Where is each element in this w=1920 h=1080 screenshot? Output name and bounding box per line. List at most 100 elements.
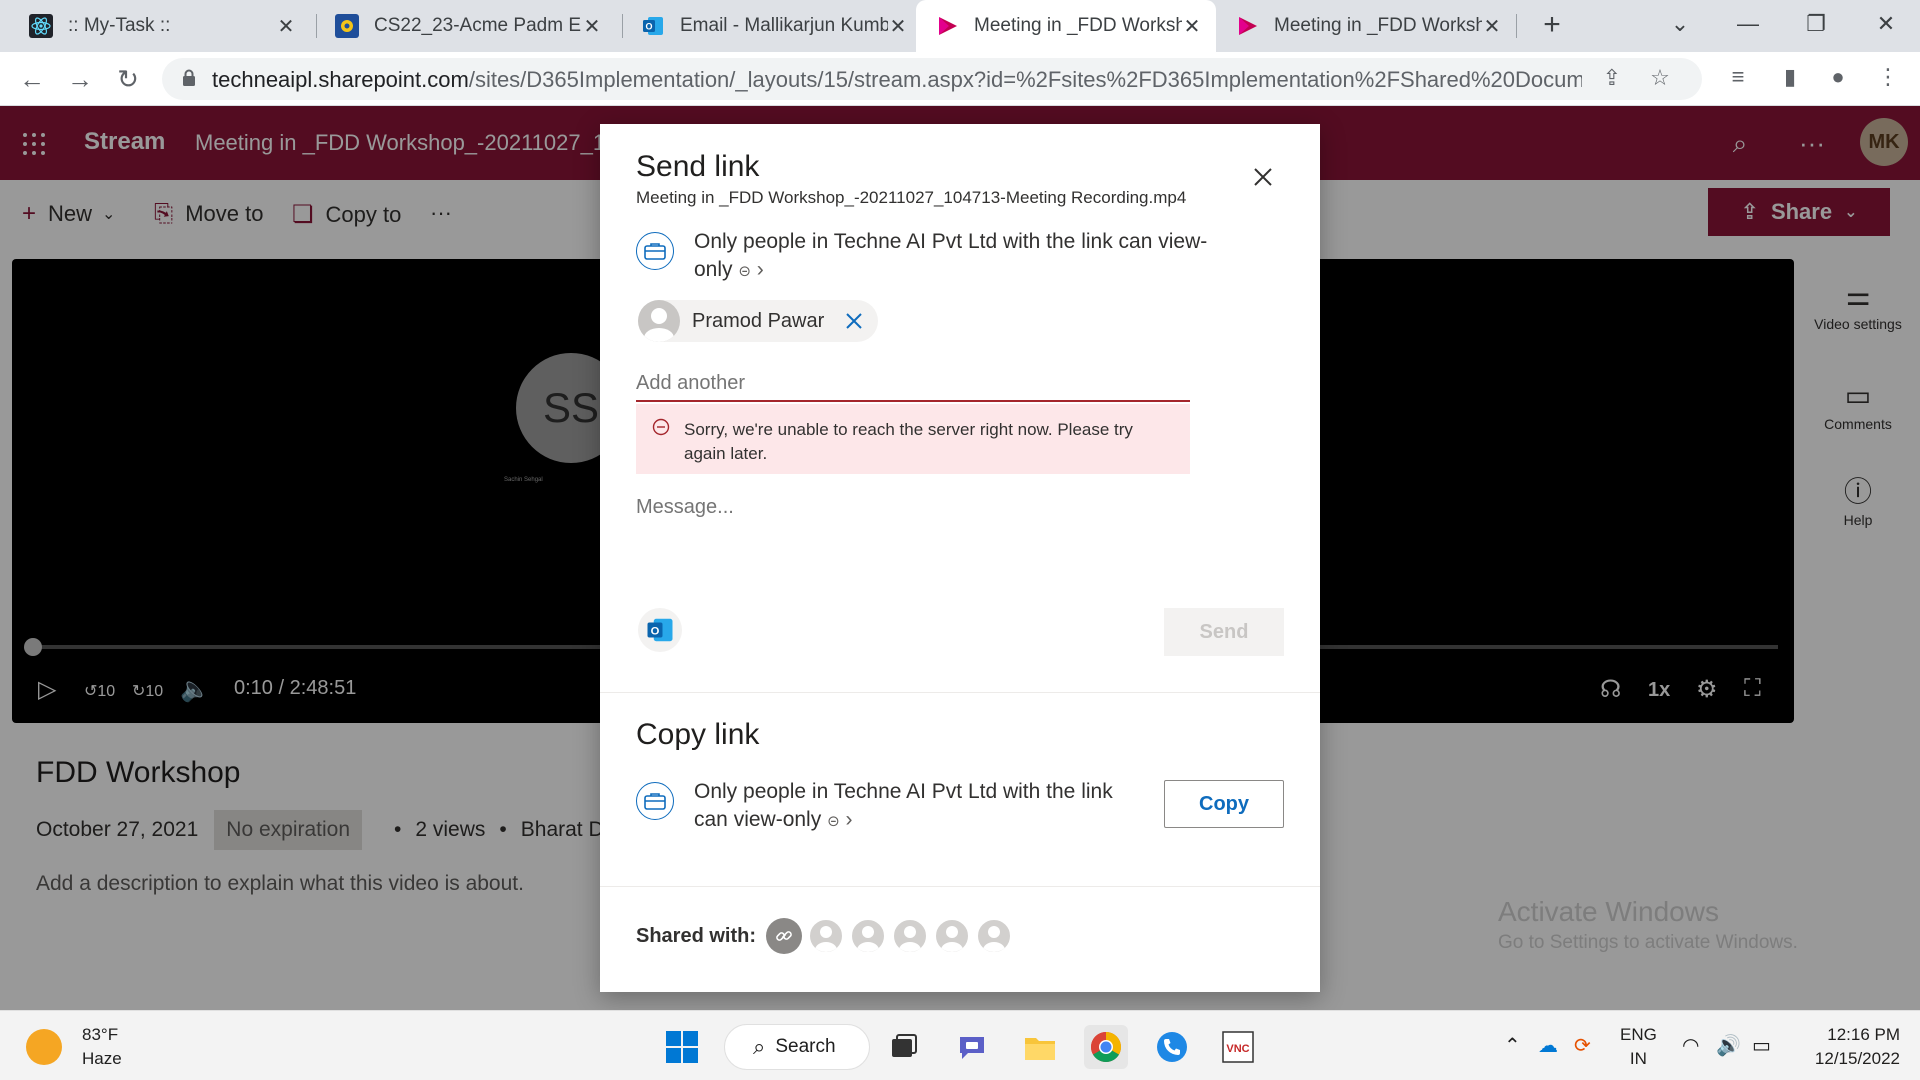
browser-tab-meeting[interactable]: Meeting in _FDD Worksho ✕ — [1216, 0, 1516, 52]
shared-person-avatar[interactable] — [850, 918, 887, 954]
stream-icon — [1234, 13, 1260, 39]
tab-title: Email - Mallikarjun Kumbl — [680, 15, 888, 36]
taskbar-search[interactable]: ⌕ Search — [724, 1024, 870, 1070]
battery-icon[interactable]: ▭ — [1752, 1033, 1771, 1058]
show-hidden-icons-chevron-icon[interactable]: ⌃ — [1504, 1033, 1521, 1058]
new-tab-plus-icon[interactable]: + — [1534, 8, 1570, 44]
shared-person-avatar[interactable] — [934, 918, 971, 954]
copy-permission-text: Only people in Techne AI Pvt Ltd with th… — [694, 780, 1113, 831]
view-only-icon: ⊝ — [827, 813, 840, 830]
error-circle-icon — [652, 418, 670, 436]
tab-close-icon[interactable]: ✕ — [276, 14, 296, 39]
outlook-icon: O — [647, 618, 673, 642]
back-arrow-icon[interactable]: ← — [14, 62, 50, 98]
browser-menu-icon[interactable]: ⋮ — [1872, 64, 1904, 96]
language-indicator[interactable]: ENG IN — [1620, 1023, 1657, 1071]
browser-tab-email[interactable]: O Email - Mallikarjun Kumbl ✕ — [622, 0, 922, 52]
section-divider — [600, 692, 1320, 693]
address-bar[interactable]: techneaipl.sharepoint.com/sites/D365Impl… — [162, 58, 1702, 100]
send-permission-setting[interactable]: Only people in Techne AI Pvt Ltd with th… — [636, 228, 1236, 286]
error-message: Sorry, we're unable to reach the server … — [636, 404, 1190, 474]
outlook-button[interactable]: O — [638, 608, 682, 652]
recipient-name: Pramod Pawar — [692, 309, 825, 332]
teams-chat-button[interactable] — [950, 1025, 994, 1069]
tab-title: :: My-Task :: — [68, 15, 171, 36]
windows-logo-icon — [666, 1031, 698, 1063]
tab-close-icon[interactable]: ✕ — [888, 14, 908, 39]
browser-tab-meeting-active[interactable]: Meeting in _FDD Worksho ✕ — [916, 0, 1216, 52]
tab-close-icon[interactable]: ✕ — [1182, 14, 1202, 39]
chrome-icon — [1090, 1032, 1122, 1063]
taskbar-search-label: Search — [775, 1036, 836, 1057]
send-link-dialog: Send link Meeting in _FDD Workshop_-2021… — [600, 124, 1320, 992]
temperature: 83°F — [82, 1025, 119, 1044]
copy-button[interactable]: Copy — [1164, 780, 1284, 828]
browser-tab-erp[interactable]: CS22_23-Acme Padm ERP ✕ — [316, 0, 616, 52]
add-recipient-input[interactable] — [636, 366, 1190, 402]
lock-icon[interactable] — [182, 69, 196, 87]
url-text: techneaipl.sharepoint.com/sites/D365Impl… — [212, 67, 1582, 93]
sync-icon[interactable]: ⟳ — [1574, 1033, 1591, 1058]
restore-icon[interactable]: ❐ — [1788, 0, 1844, 52]
outlook-icon: O — [640, 13, 666, 39]
close-icon[interactable] — [1248, 162, 1278, 192]
chevron-right-icon: › — [756, 258, 764, 281]
chevron-right-icon: › — [845, 808, 853, 831]
vnc-viewer-button[interactable]: VNC — [1216, 1025, 1260, 1069]
error-text: Sorry, we're unable to reach the server … — [684, 420, 1133, 463]
tab-search-chevron-icon[interactable]: ⌄ — [1652, 0, 1708, 52]
chrome-button[interactable] — [1084, 1025, 1128, 1069]
tab-title: CS22_23-Acme Padm ERP — [374, 15, 582, 36]
bookmark-star-icon[interactable]: ☆ — [1646, 65, 1674, 93]
section-divider — [600, 886, 1320, 887]
tab-close-icon[interactable]: ✕ — [582, 14, 602, 39]
recipient-chip[interactable]: Pramod Pawar — [638, 300, 879, 342]
weather-widget[interactable]: 83°F Haze — [26, 1023, 122, 1071]
tab-separator — [1516, 14, 1517, 38]
share-page-icon[interactable]: ⇪ — [1598, 65, 1626, 93]
region-code: IN — [1629, 1049, 1647, 1068]
vnc-icon: VNC — [1222, 1031, 1254, 1063]
taskbar-clock[interactable]: 12:16 PM 12/15/2022 — [1800, 1023, 1900, 1071]
svg-text:O: O — [651, 625, 660, 637]
weather-condition: Haze — [82, 1049, 122, 1068]
reload-icon[interactable]: ↻ — [110, 62, 146, 98]
task-view-button[interactable] — [882, 1025, 926, 1069]
copy-permission-setting[interactable]: Only people in Techne AI Pvt Ltd with th… — [636, 778, 1136, 836]
browser-tab-strip: :: My-Task :: ✕ CS22_23-Acme Padm ERP ✕ … — [0, 0, 1920, 52]
shared-person-avatar[interactable] — [892, 918, 929, 954]
stream-icon — [934, 13, 960, 39]
start-button[interactable] — [660, 1025, 704, 1069]
shared-person-avatar[interactable] — [976, 918, 1013, 954]
minimize-icon[interactable]: — — [1720, 0, 1776, 52]
folder-icon — [1025, 1038, 1055, 1060]
window-close-icon[interactable]: ✕ — [1858, 0, 1914, 52]
phone-app-button[interactable] — [1150, 1025, 1194, 1069]
clock-time: 12:16 PM — [1827, 1025, 1900, 1044]
tab-title: Meeting in _FDD Worksho — [1274, 15, 1482, 36]
dialog-file-name: Meeting in _FDD Workshop_-20211027_10471… — [636, 188, 1187, 207]
side-panel-icon[interactable]: ▮ — [1774, 64, 1806, 96]
wifi-icon[interactable]: ◠ — [1682, 1033, 1699, 1058]
briefcase-icon — [636, 782, 674, 820]
message-input[interactable] — [636, 496, 1276, 586]
onedrive-icon[interactable]: ☁ — [1538, 1033, 1558, 1058]
forward-arrow-icon[interactable]: → — [62, 62, 98, 98]
svg-text:VNC: VNC — [1226, 1043, 1249, 1055]
remove-recipient-icon[interactable] — [844, 311, 864, 331]
browser-tab-my-task[interactable]: :: My-Task :: ✕ — [10, 0, 310, 52]
profile-icon[interactable]: ● — [1822, 64, 1854, 96]
tab-close-icon[interactable]: ✕ — [1482, 14, 1502, 39]
briefcase-icon — [636, 232, 674, 270]
speaker-icon[interactable]: 🔊 — [1716, 1033, 1741, 1058]
file-explorer-button[interactable] — [1018, 1025, 1062, 1069]
shared-with-label: Shared with: — [636, 924, 757, 947]
shared-person-avatar[interactable] — [808, 918, 845, 954]
phone-icon — [1157, 1032, 1187, 1062]
link-icon[interactable] — [766, 918, 803, 954]
view-only-icon: ⊝ — [738, 263, 751, 280]
react-icon — [28, 13, 54, 39]
media-control-icon[interactable]: ≡ — [1722, 64, 1754, 96]
send-button[interactable]: Send — [1164, 608, 1284, 656]
clock-date: 12/15/2022 — [1814, 1049, 1900, 1068]
